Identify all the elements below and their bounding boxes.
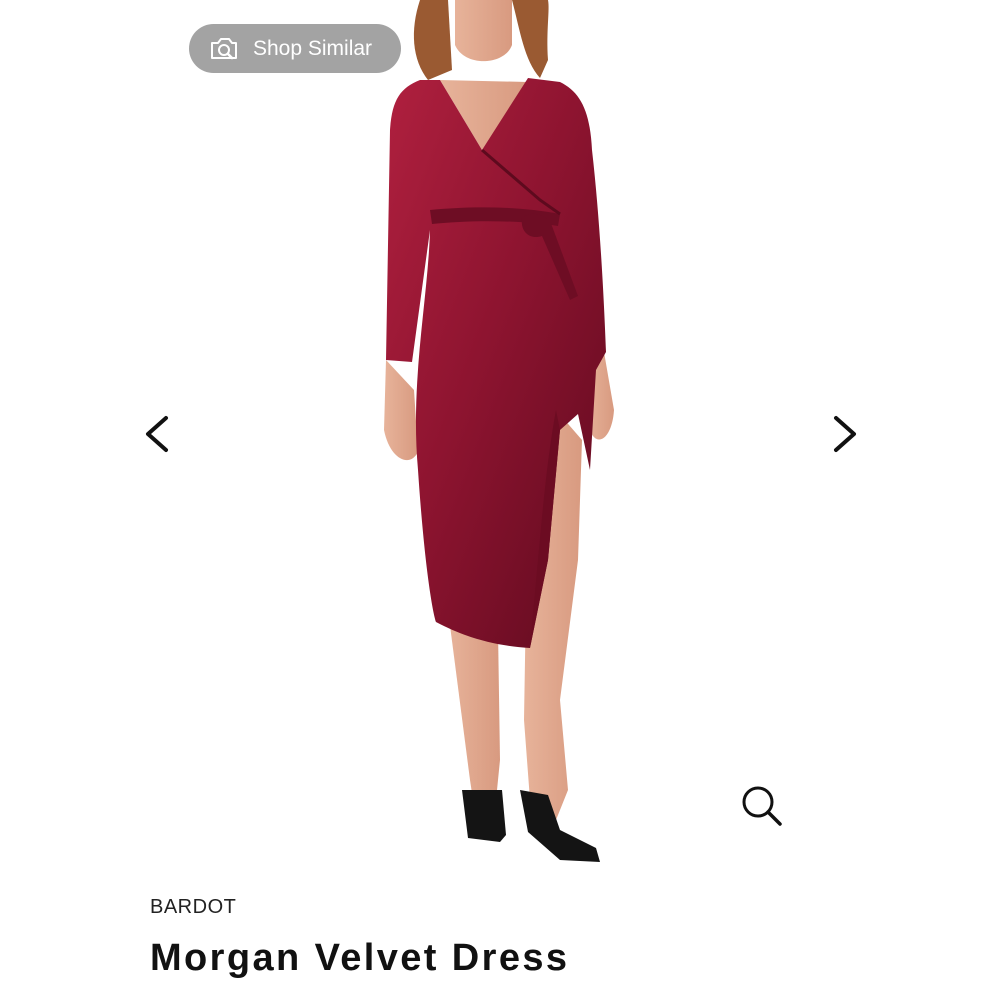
product-brand[interactable]: BARDOT (150, 896, 236, 919)
product-page: Shop Similar BARDOT Morgan Velvet Dress (0, 0, 1000, 1000)
shop-similar-button[interactable]: Shop Similar (189, 24, 401, 73)
camera-search-icon (211, 37, 237, 59)
chevron-right-icon[interactable] (824, 410, 864, 458)
magnify-icon[interactable] (738, 782, 786, 830)
chevron-left-icon[interactable] (138, 410, 178, 458)
shop-similar-label: Shop Similar (253, 36, 373, 60)
product-title: Morgan Velvet Dress (150, 937, 570, 979)
